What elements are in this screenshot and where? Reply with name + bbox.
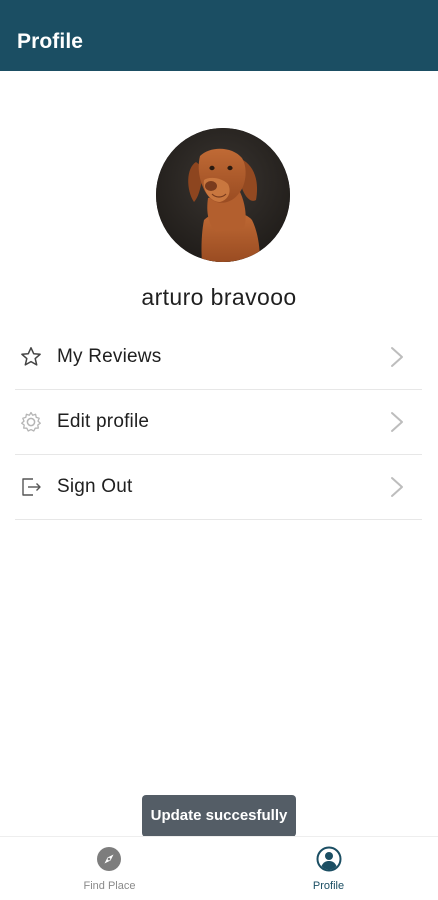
dog-photo (156, 128, 290, 262)
user-name: arturo bravooo (141, 284, 297, 310)
star-icon (21, 347, 41, 366)
nav-label: Find Place (83, 880, 136, 892)
avatar (156, 128, 290, 262)
app-bar: Profile (0, 0, 438, 71)
menu-item-my-reviews[interactable]: My Reviews (15, 325, 422, 390)
profile-screen: Profile arturo bravooo My Reviews Edit p… (0, 0, 438, 900)
gear-icon (21, 411, 41, 432)
profile-menu: My Reviews Edit profile Sign Out (15, 325, 422, 520)
nav-item-find-place[interactable]: Find Place (0, 837, 219, 900)
menu-item-sign-out[interactable]: Sign Out (15, 455, 422, 520)
compass-icon (97, 847, 121, 871)
nav-label: Profile (312, 880, 345, 892)
menu-item-label: Edit profile (57, 411, 150, 432)
page-title: Profile (17, 30, 84, 53)
nav-item-profile[interactable]: Profile (219, 837, 438, 900)
account-circle-icon (316, 846, 342, 872)
toast-message: Update succesfully (142, 795, 296, 837)
chevron-right-icon (391, 347, 403, 367)
chevron-right-icon (391, 412, 403, 432)
sign-out-icon (22, 478, 41, 496)
bottom-navigation: Find Place Profile (0, 836, 438, 900)
menu-item-label: My Reviews (57, 346, 162, 367)
chevron-right-icon (391, 477, 403, 497)
menu-item-edit-profile[interactable]: Edit profile (15, 390, 422, 455)
menu-item-label: Sign Out (57, 476, 133, 497)
